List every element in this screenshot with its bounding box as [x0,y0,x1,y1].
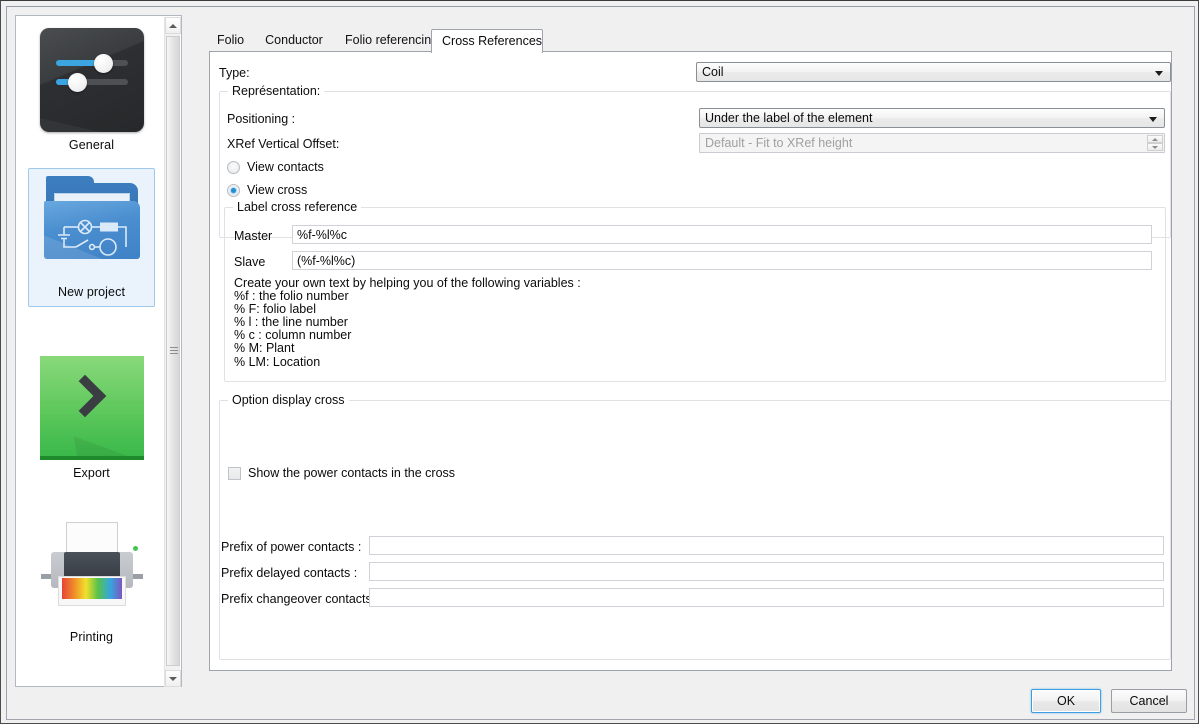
type-combobox-value: Coil [702,65,724,79]
option-display-cross-title: Option display cross [228,393,349,407]
positioning-label: Positioning : [227,112,295,126]
tab-folio-referencings[interactable]: Folio referencings [335,29,440,52]
project-folder-icon [38,175,146,283]
chevron-down-icon [1149,117,1157,122]
dialog-inner-frame: General [6,6,1195,720]
sidebar-item-general[interactable]: General [28,22,155,159]
sidebar-item-label: Export [28,466,155,487]
printer-icon [38,520,146,628]
sidebar-item-label: General [28,138,155,159]
prefix-changeover-input[interactable] [369,588,1164,607]
radio-view-contacts-label: View contacts [247,160,324,174]
spinner-buttons[interactable] [1147,135,1163,151]
prefix-delayed-input[interactable] [369,562,1164,581]
sliders-icon [38,28,146,136]
positioning-combobox-value: Under the label of the element [705,111,872,125]
sidebar-item-label: Printing [28,630,155,651]
variables-help-text: Create your own text by helping you of t… [234,277,581,369]
type-label: Type: [219,66,250,80]
radio-view-contacts[interactable]: View contacts [227,160,427,176]
sidebar-item-export[interactable]: Export [28,350,155,487]
tab-bar: Folio Conductor Folio referencings Cross… [207,29,1172,51]
scroll-down-arrow-icon[interactable] [165,670,181,687]
xref-offset-placeholder: Default - Fit to XRef height [705,136,852,150]
ok-button[interactable]: OK [1031,689,1101,713]
cross-references-panel: Type: Coil Représentation: Positioning :… [209,51,1172,671]
scroll-up-arrow-icon[interactable] [165,17,181,34]
checkbox-show-power-contacts[interactable]: Show the power contacts in the cross [228,466,528,482]
xref-vertical-offset-label: XRef Vertical Offset: [227,137,339,151]
radio-view-cross[interactable]: View cross [227,183,427,199]
prefix-power-input[interactable] [369,536,1164,555]
representation-group-title: Représentation: [228,84,324,98]
slave-input[interactable] [292,251,1152,270]
sidebar-item-new-project[interactable]: New project [28,168,155,307]
checkbox-show-power-contacts-label: Show the power contacts in the cross [248,466,455,480]
tab-cross-references[interactable]: Cross References [431,29,543,53]
prefix-delayed-label: Prefix delayed contacts : [221,566,357,580]
circuit-glyph [44,201,140,259]
cancel-button[interactable]: Cancel [1111,689,1187,713]
checkbox-indicator [228,467,241,480]
sidebar-nav: General [15,15,182,687]
spinner-up-icon[interactable] [1147,135,1163,143]
spinner-down-icon[interactable] [1147,143,1163,151]
sidebar-scrollbar[interactable] [164,17,180,687]
scrollbar-grip [170,347,178,356]
sidebar-item-printing[interactable]: Printing [28,514,155,651]
radio-indicator-selected [227,184,240,197]
export-chevron-icon [38,356,146,464]
positioning-combobox[interactable]: Under the label of the element [699,108,1165,128]
radio-indicator [227,161,240,174]
option-display-cross-group: Option display cross Show the power cont… [219,400,1171,660]
prefix-power-label: Prefix of power contacts : [221,540,361,554]
xref-vertical-offset-spinner[interactable]: Default - Fit to XRef height [699,133,1165,153]
tab-conductor[interactable]: Conductor [255,29,333,52]
chevron-down-icon [1155,71,1163,76]
master-label: Master [234,229,272,243]
type-combobox[interactable]: Coil [696,62,1171,82]
settings-dialog: General [0,0,1199,724]
label-cross-reference-title: Label cross reference [233,200,361,214]
sidebar-item-label: New project [29,285,154,306]
master-input[interactable] [292,225,1152,244]
prefix-changeover-label: Prefix changeover contacts : [221,592,379,606]
label-cross-reference-group: Label cross reference Master Slave Creat… [224,207,1166,382]
scrollbar-thumb[interactable] [166,36,180,666]
tab-folio[interactable]: Folio [207,29,249,52]
radio-view-cross-label: View cross [247,183,307,197]
slave-label: Slave [234,255,265,269]
